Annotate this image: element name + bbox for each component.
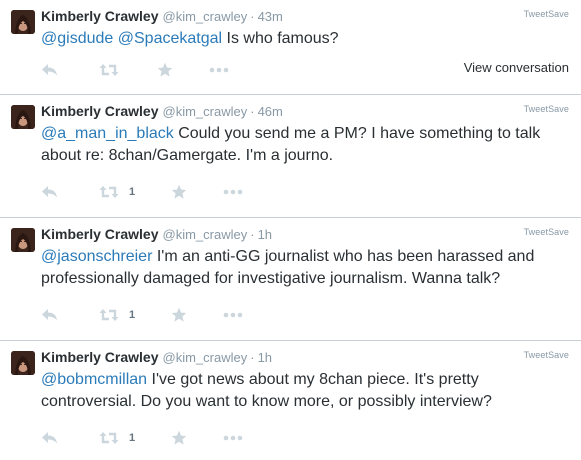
reply-button[interactable] bbox=[41, 61, 59, 79]
tweet-header: Kimberly Crawley @kim_crawley · 46m bbox=[41, 102, 283, 121]
favorite-button[interactable] bbox=[171, 429, 187, 447]
tweet-header: Kimberly Crawley @kim_crawley · 1h bbox=[41, 348, 272, 367]
mention-link[interactable]: @Spacekatgal bbox=[118, 30, 222, 47]
favorite-button[interactable] bbox=[157, 61, 173, 79]
reply-button[interactable] bbox=[41, 306, 59, 324]
avatar[interactable] bbox=[11, 10, 35, 34]
tweet-feed: Kimberly Crawley @kim_crawley · 43m TweetSa… bbox=[0, 0, 581, 460]
more-button[interactable] bbox=[223, 306, 243, 324]
favorite-button[interactable] bbox=[171, 306, 187, 324]
tweetsave-label: TweetSave bbox=[523, 9, 569, 19]
tweetsave-label: TweetSave bbox=[523, 104, 569, 114]
retweet-button[interactable]: 1 bbox=[98, 306, 135, 324]
reply-button[interactable] bbox=[41, 183, 59, 201]
reply-arrow-icon bbox=[42, 186, 57, 198]
more-button[interactable] bbox=[223, 429, 243, 447]
tweet-text: @gisdude @Spacekatgal Is who famous? bbox=[41, 28, 571, 50]
author-handle[interactable]: @kim_crawley bbox=[163, 104, 248, 119]
more-dots-icon bbox=[209, 67, 229, 73]
reply-arrow-icon bbox=[42, 64, 57, 76]
avatar[interactable] bbox=[11, 105, 35, 129]
retweet-count: 1 bbox=[129, 186, 136, 198]
mention-link[interactable]: @jasonschreier bbox=[41, 248, 152, 265]
separator-dot: · bbox=[250, 9, 255, 24]
tweet-header: Kimberly Crawley @kim_crawley · 1h bbox=[41, 225, 272, 244]
star-icon bbox=[171, 307, 187, 322]
mention-link[interactable]: @bobmcmillan bbox=[41, 371, 147, 388]
tweet-card: Kimberly Crawley @kim_crawley · 1h TweetSav… bbox=[0, 218, 581, 341]
reply-arrow-icon bbox=[42, 309, 57, 321]
tweet-card: Kimberly Crawley @kim_crawley · 46m TweetSa… bbox=[0, 95, 581, 218]
tweetsave-label: TweetSave bbox=[523, 227, 569, 237]
more-button[interactable] bbox=[223, 183, 243, 201]
tweet-header: Kimberly Crawley @kim_crawley · 43m bbox=[41, 7, 283, 26]
retweet-icon bbox=[99, 64, 119, 76]
mention-link[interactable]: @a_man_in_black bbox=[41, 125, 174, 142]
star-icon bbox=[171, 184, 187, 199]
separator-dot: · bbox=[250, 350, 255, 365]
tweet-text: @jasonschreier I'm an anti-GG journalist… bbox=[41, 246, 571, 290]
tweet-time[interactable]: 43m bbox=[258, 9, 283, 24]
author-name[interactable]: Kimberly Crawley bbox=[41, 8, 159, 24]
tweetsave-label: TweetSave bbox=[523, 350, 569, 360]
tweet-time[interactable]: 1h bbox=[258, 227, 272, 242]
retweet-icon bbox=[99, 432, 119, 444]
author-name[interactable]: Kimberly Crawley bbox=[41, 226, 159, 242]
avatar[interactable] bbox=[11, 351, 35, 375]
view-conversation-link[interactable]: View conversation bbox=[464, 60, 569, 75]
retweet-button[interactable] bbox=[98, 61, 120, 79]
avatar-image bbox=[11, 228, 35, 252]
tweet-time[interactable]: 46m bbox=[258, 104, 283, 119]
tweet-body: Is who famous? bbox=[226, 30, 339, 47]
tweet-text: @bobmcmillan I've got news about my 8cha… bbox=[41, 369, 571, 413]
avatar-image bbox=[11, 10, 35, 34]
more-dots-icon bbox=[223, 435, 243, 441]
avatar[interactable] bbox=[11, 228, 35, 252]
retweet-icon bbox=[99, 309, 119, 321]
reply-arrow-icon bbox=[42, 432, 57, 444]
more-dots-icon bbox=[223, 189, 243, 195]
tweet-time[interactable]: 1h bbox=[258, 350, 272, 365]
more-button[interactable] bbox=[209, 61, 229, 79]
separator-dot: · bbox=[250, 227, 255, 242]
retweet-count: 1 bbox=[129, 309, 136, 321]
author-handle[interactable]: @kim_crawley bbox=[163, 227, 248, 242]
tweet-text: @a_man_in_black Could you send me a PM? … bbox=[41, 123, 571, 167]
tweet-card: Kimberly Crawley @kim_crawley · 1h TweetSav… bbox=[0, 341, 581, 460]
author-name[interactable]: Kimberly Crawley bbox=[41, 349, 159, 365]
separator-dot: · bbox=[250, 104, 255, 119]
author-handle[interactable]: @kim_crawley bbox=[163, 9, 248, 24]
retweet-icon bbox=[99, 186, 119, 198]
avatar-image bbox=[11, 105, 35, 129]
retweet-button[interactable]: 1 bbox=[98, 429, 135, 447]
author-handle[interactable]: @kim_crawley bbox=[163, 350, 248, 365]
star-icon bbox=[171, 430, 187, 445]
author-name[interactable]: Kimberly Crawley bbox=[41, 103, 159, 119]
star-icon bbox=[157, 62, 173, 77]
more-dots-icon bbox=[223, 312, 243, 318]
mention-link[interactable]: @gisdude bbox=[41, 30, 113, 47]
avatar-image bbox=[11, 351, 35, 375]
retweet-count: 1 bbox=[129, 432, 136, 444]
favorite-button[interactable] bbox=[171, 183, 187, 201]
retweet-button[interactable]: 1 bbox=[98, 183, 135, 201]
tweet-card: Kimberly Crawley @kim_crawley · 43m TweetSa… bbox=[0, 0, 581, 95]
reply-button[interactable] bbox=[41, 429, 59, 447]
